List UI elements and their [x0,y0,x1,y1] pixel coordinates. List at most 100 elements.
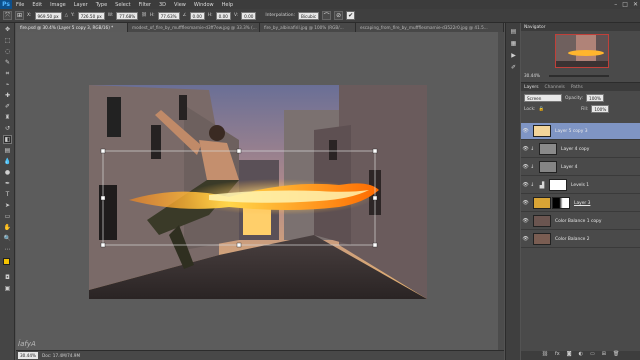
maximize-button[interactable]: □ [622,1,628,8]
fx-icon[interactable]: fx [555,351,560,360]
healing-tool-icon[interactable]: ✚ [3,91,12,100]
layer-row[interactable]: 👁 ↓ Layer 4 [521,159,640,176]
link-layers-icon[interactable]: ⛓ [542,351,548,360]
visibility-eye-icon[interactable]: 👁 [521,128,530,134]
warp-icon[interactable]: ⌒ [322,11,332,20]
foreground-color-swatch[interactable] [3,258,10,265]
menu-type[interactable]: Type [92,2,111,8]
fill-field[interactable]: 100% [591,105,610,113]
type-tool-icon[interactable]: T [3,190,12,199]
crop-tool-icon[interactable]: ⌗ [3,69,12,78]
marquee-tool-icon[interactable]: ⬚ [3,36,12,45]
layer-row[interactable]: 👁 Layer 5 copy 3 [521,123,640,140]
layer-row[interactable]: 👁 Color Balance 2 [521,231,640,248]
add-mask-icon[interactable]: ◙ [567,351,572,360]
commit-transform-icon[interactable]: ✔ [346,11,356,20]
menu-filter[interactable]: Filter [135,2,155,8]
minimize-button[interactable]: – [614,1,617,8]
shape-tool-icon[interactable]: ▭ [3,212,12,221]
blend-mode-select[interactable]: Screen [524,94,562,102]
delete-layer-icon[interactable]: 🗑 [613,351,619,360]
document-canvas[interactable] [89,85,427,299]
x-field[interactable]: 969.50 px [34,11,62,20]
actions-panel-icon[interactable]: ▶ [509,51,518,60]
delta-icon[interactable]: △ [65,13,68,18]
new-group-icon[interactable]: ▭ [590,351,595,360]
close-window-button[interactable]: ✕ [633,1,638,8]
reference-point-icon[interactable]: ⊞ [15,11,24,20]
brush-panel-icon[interactable]: ✐ [509,63,518,72]
lock-icon[interactable]: 🔒 [539,107,544,112]
quick-mask-icon[interactable]: ◘ [3,273,12,282]
visibility-eye-icon[interactable]: 👁 [521,236,530,242]
menu-layer[interactable]: Layer [70,2,92,8]
visibility-eye-icon[interactable]: 👁 [521,146,530,152]
more-tools-icon[interactable]: ⋯ [3,245,12,254]
gradient-tool-icon[interactable]: ▤ [3,146,12,155]
layer-row[interactable]: 👁 ↓ ▟ Levels 1 [521,177,640,194]
navigator-zoom-slider[interactable] [549,75,609,77]
navigator-zoom[interactable]: 30.44% [524,73,540,78]
clip-arrow-icon: ↓ [530,164,535,170]
layer-row[interactable]: 👁 Layer 3 [521,195,640,212]
tab-fire-by-albinafiril[interactable]: fire_by_albinafiril.jpg @ 100% (RGB/... [260,23,356,32]
menu-help[interactable]: Help [218,2,237,8]
visibility-eye-icon[interactable]: 👁 [521,164,530,170]
hand-tool-icon[interactable]: ✋ [3,223,12,232]
menu-view[interactable]: View [170,2,190,8]
clone-stamp-tool-icon[interactable]: ♜ [3,113,12,122]
angle-field[interactable]: 0.00 [189,11,205,20]
navigator-tab[interactable]: Navigator [521,23,640,31]
dodge-tool-icon[interactable]: ● [3,168,12,177]
blur-tool-icon[interactable]: 💧 [3,157,12,166]
y-field[interactable]: 726.50 px [77,11,105,20]
h-skew-field[interactable]: 0.00 [215,11,231,20]
layer-name: Color Balance 1 copy [555,218,602,224]
history-brush-tool-icon[interactable]: ↺ [3,124,12,133]
eyedropper-tool-icon[interactable]: ⌁ [3,80,12,89]
eraser-tool-icon[interactable]: ◧ [3,135,12,144]
menu-3d[interactable]: 3D [155,2,170,8]
menu-window[interactable]: Window [190,2,218,8]
pen-tool-icon[interactable]: ✒ [3,179,12,188]
tab-modest-of-fire[interactable]: modest_of_fire_by_muffflesmarnie-d3ff7ew… [128,23,260,32]
new-layer-icon[interactable]: ⊞ [602,351,606,360]
cancel-transform-icon[interactable]: ⊘ [334,11,344,20]
opacity-field[interactable]: 100% [586,94,605,102]
path-select-tool-icon[interactable]: ➤ [3,201,12,210]
height-field[interactable]: 77.63% [157,11,180,20]
brush-tool-icon[interactable]: ✐ [3,102,12,111]
v-skew-field[interactable]: 0.00 [241,11,257,20]
width-field[interactable]: 77.68% [116,11,139,20]
layer-row[interactable]: 👁 Color Balance 1 copy [521,213,640,230]
tab-fire-psd[interactable]: fire.psd @ 30.4% (Layer 5 copy 3, RGB/16… [16,23,128,32]
visibility-eye-icon[interactable]: 👁 [521,200,530,206]
layer-row[interactable]: 👁 ↓ Layer 4 copy [521,141,640,158]
menu-file[interactable]: File [12,2,28,8]
visibility-eye-icon[interactable]: 👁 [521,218,530,224]
vertical-scrollbar[interactable] [498,32,504,350]
zoom-tool-icon[interactable]: 🔍 [3,234,12,243]
menu-edit[interactable]: Edit [28,2,46,8]
lasso-tool-icon[interactable]: ◌ [3,47,12,56]
adjustment-layer-icon[interactable]: ◐ [579,351,583,360]
navigator-preview[interactable] [555,34,609,68]
menu-image[interactable]: Image [46,2,70,8]
tab-layers[interactable]: Layers [524,85,539,90]
menu-select[interactable]: Select [111,2,134,8]
quick-select-tool-icon[interactable]: ✎ [3,58,12,67]
tab-channels[interactable]: Channels [545,85,565,90]
navigator-panel: Navigator 30.44% [521,23,640,83]
visibility-eye-icon[interactable]: 👁 [521,182,530,188]
layer-name: Layer 4 copy [561,146,590,152]
move-tool-icon[interactable]: ✥ [3,25,12,34]
screen-mode-icon[interactable]: ▣ [3,284,12,293]
history-panel-icon[interactable]: ▤ [509,27,518,36]
interpolation-select[interactable]: Bicubic [298,11,320,20]
transform-tool-icon[interactable]: ⤧ [3,11,12,20]
zoom-level-field[interactable]: 30.44% [18,352,38,359]
properties-panel-icon[interactable]: ▦ [509,39,518,48]
tab-paths[interactable]: Paths [571,85,583,90]
link-icon[interactable]: ⛓ [141,13,147,18]
tab-escaping-from-fire[interactable]: escaping_from_fire_by_muffflesmarnie-d35… [356,23,504,32]
